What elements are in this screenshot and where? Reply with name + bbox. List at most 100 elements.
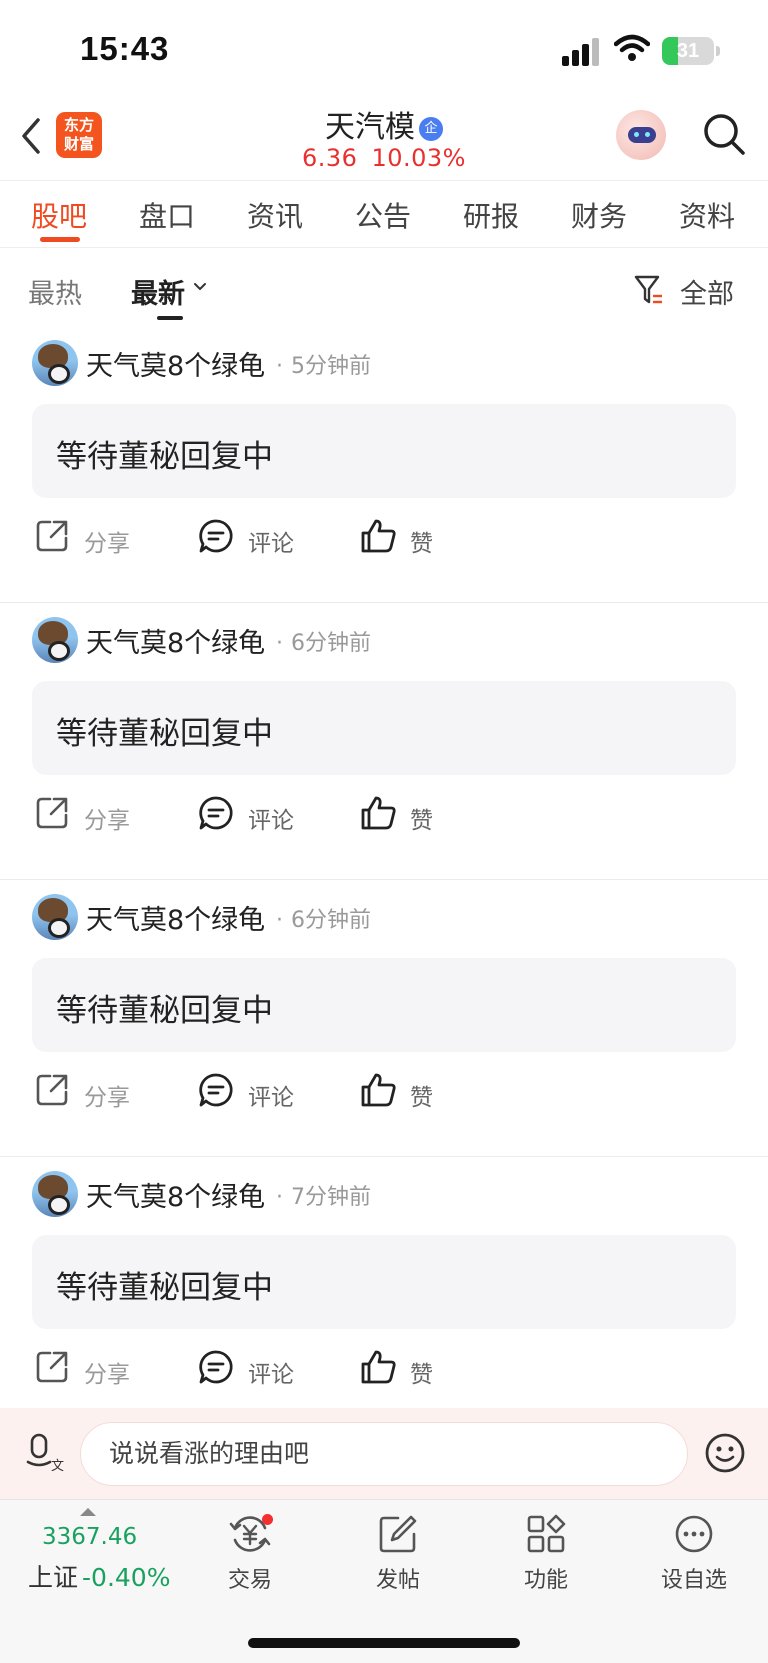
comment-label: 评论 [248,1362,294,1388]
stock-price: 6.36 [302,144,358,172]
cellular-signal-icon [562,38,599,66]
comment-input[interactable]: 说说看涨的理由吧 [80,1422,688,1486]
emoji-icon[interactable] [704,1432,746,1474]
comment-label: 评论 [248,808,294,834]
avatar-panda [48,1195,70,1215]
battery-tip [716,46,720,56]
tab-finance[interactable]: 财务 [571,195,627,235]
wifi-icon [614,34,650,61]
post-time-text: 5分钟前 [291,354,371,379]
nav-trade[interactable]: 交易 [190,1514,310,1604]
avatar[interactable] [32,894,78,940]
thumbs-up-icon [361,519,396,553]
post-time-text: 6分钟前 [291,631,371,656]
comment-icon [199,1073,233,1107]
sort-hot[interactable]: 最热 [28,272,82,311]
grid-icon [527,1514,566,1553]
stock-change-percent: 10.03% [371,144,466,172]
nav-functions[interactable]: 功能 [486,1514,606,1604]
share-label: 分享 [84,1085,130,1111]
more-icon [675,1515,713,1553]
index-change: -0.40% [82,1563,171,1592]
avatar-panda [48,918,70,938]
tab-research[interactable]: 研报 [463,195,519,235]
post-time: · 7分钟前 [276,1185,371,1210]
filter-scope[interactable]: 全部 [680,272,734,311]
status-bar: 15:43 31 [0,0,768,100]
enterprise-badge: 企 [419,117,443,141]
post-text: 等待董秘回复中 [56,439,273,475]
robot-assistant-icon[interactable] [616,110,666,160]
nav-add-watchlist-label: 设自选 [660,1568,727,1593]
compose-icon [379,1515,417,1553]
voice-input-icon[interactable]: 文 [26,1432,64,1472]
avatar[interactable] [32,617,78,663]
post-time-text: 6分钟前 [291,908,371,933]
post-author[interactable]: 天气莫8个绿龟 [86,344,265,383]
nav-add-watchlist[interactable]: 设自选 [634,1514,754,1604]
search-icon[interactable] [702,112,746,156]
index-ticker[interactable]: 上证 -0.40% [28,1558,170,1594]
tab-profile[interactable]: 资料 [679,195,735,235]
sort-indicator [157,316,183,320]
share-label: 分享 [84,1362,130,1388]
tab-announcements[interactable]: 公告 [355,195,411,235]
post-content[interactable]: 等待董秘回复中 [32,958,736,1052]
nav-functions-label: 功能 [523,1568,568,1593]
avatar-panda [48,641,70,661]
battery-icon: 31 [662,37,714,65]
comment-icon [199,519,233,553]
index-name: 上证 [28,1563,79,1592]
nav-post-label: 发帖 [375,1568,420,1593]
stock-header: 东方 财富 天汽模企 6.36 10.03% [0,100,768,180]
sort-latest[interactable]: 最新 [131,272,185,311]
share-icon [36,797,68,829]
comment-icon [199,1350,233,1384]
active-tab-indicator [40,237,80,242]
post-text: 等待董秘回复中 [56,1270,273,1306]
tab-pankou[interactable]: 盘口 [139,195,195,235]
post-author[interactable]: 天气莫8个绿龟 [86,621,265,660]
avatar[interactable] [32,1171,78,1217]
post-content[interactable]: 等待董秘回复中 [32,404,736,498]
filter-icon[interactable] [634,274,664,306]
share-label: 分享 [84,808,130,834]
post-time-text: 7分钟前 [291,1185,371,1210]
like-label: 赞 [410,1085,433,1111]
home-indicator [248,1638,520,1648]
post-content[interactable]: 等待董秘回复中 [32,681,736,775]
share-icon [36,1351,68,1383]
main-tabs: 股吧 盘口 资讯 公告 研报 财务 资料 [0,180,768,248]
share-label: 分享 [84,531,130,557]
post-author[interactable]: 天气莫8个绿龟 [86,898,265,937]
thumbs-up-icon [361,1073,396,1107]
chevron-down-icon[interactable] [193,282,207,292]
post-card[interactable]: 天气莫8个绿龟 · 7分钟前 等待董秘回复中 分享 评论 赞 [0,1157,768,1434]
post-card[interactable]: 天气莫8个绿龟 · 5分钟前 等待董秘回复中 分享 评论 赞 [0,326,768,603]
post-card[interactable]: 天气莫8个绿龟 · 6分钟前 等待董秘回复中 分享 评论 赞 [0,603,768,880]
post-content[interactable]: 等待董秘回复中 [32,1235,736,1329]
post-text: 等待董秘回复中 [56,993,273,1029]
tab-guba[interactable]: 股吧 [31,195,87,235]
tab-news[interactable]: 资讯 [247,195,303,235]
sort-filter-bar: 最热 最新 全部 [0,250,768,320]
comment-icon [199,796,233,830]
like-label: 赞 [410,531,433,557]
avatar[interactable] [32,340,78,386]
post-time: · 5分钟前 [276,354,371,379]
nav-post[interactable]: 发帖 [338,1514,458,1604]
thumbs-up-icon [361,1350,396,1384]
post-text: 等待董秘回复中 [56,716,273,752]
post-card[interactable]: 天气莫8个绿龟 · 6分钟前 等待董秘回复中 分享 评论 赞 [0,880,768,1157]
nav-trade-label: 交易 [227,1568,272,1593]
stock-name: 天汽模 [325,110,415,145]
index-value[interactable]: 3367.46 [42,1524,137,1550]
index-expand-icon[interactable] [80,1508,96,1516]
comment-label: 评论 [248,1085,294,1111]
status-time: 15:43 [80,30,170,67]
post-author[interactable]: 天气莫8个绿龟 [86,1175,265,1214]
robot-eye-right [645,132,650,137]
robot-eye-left [634,132,639,137]
share-icon [36,1074,68,1106]
thumbs-up-icon [361,796,396,830]
